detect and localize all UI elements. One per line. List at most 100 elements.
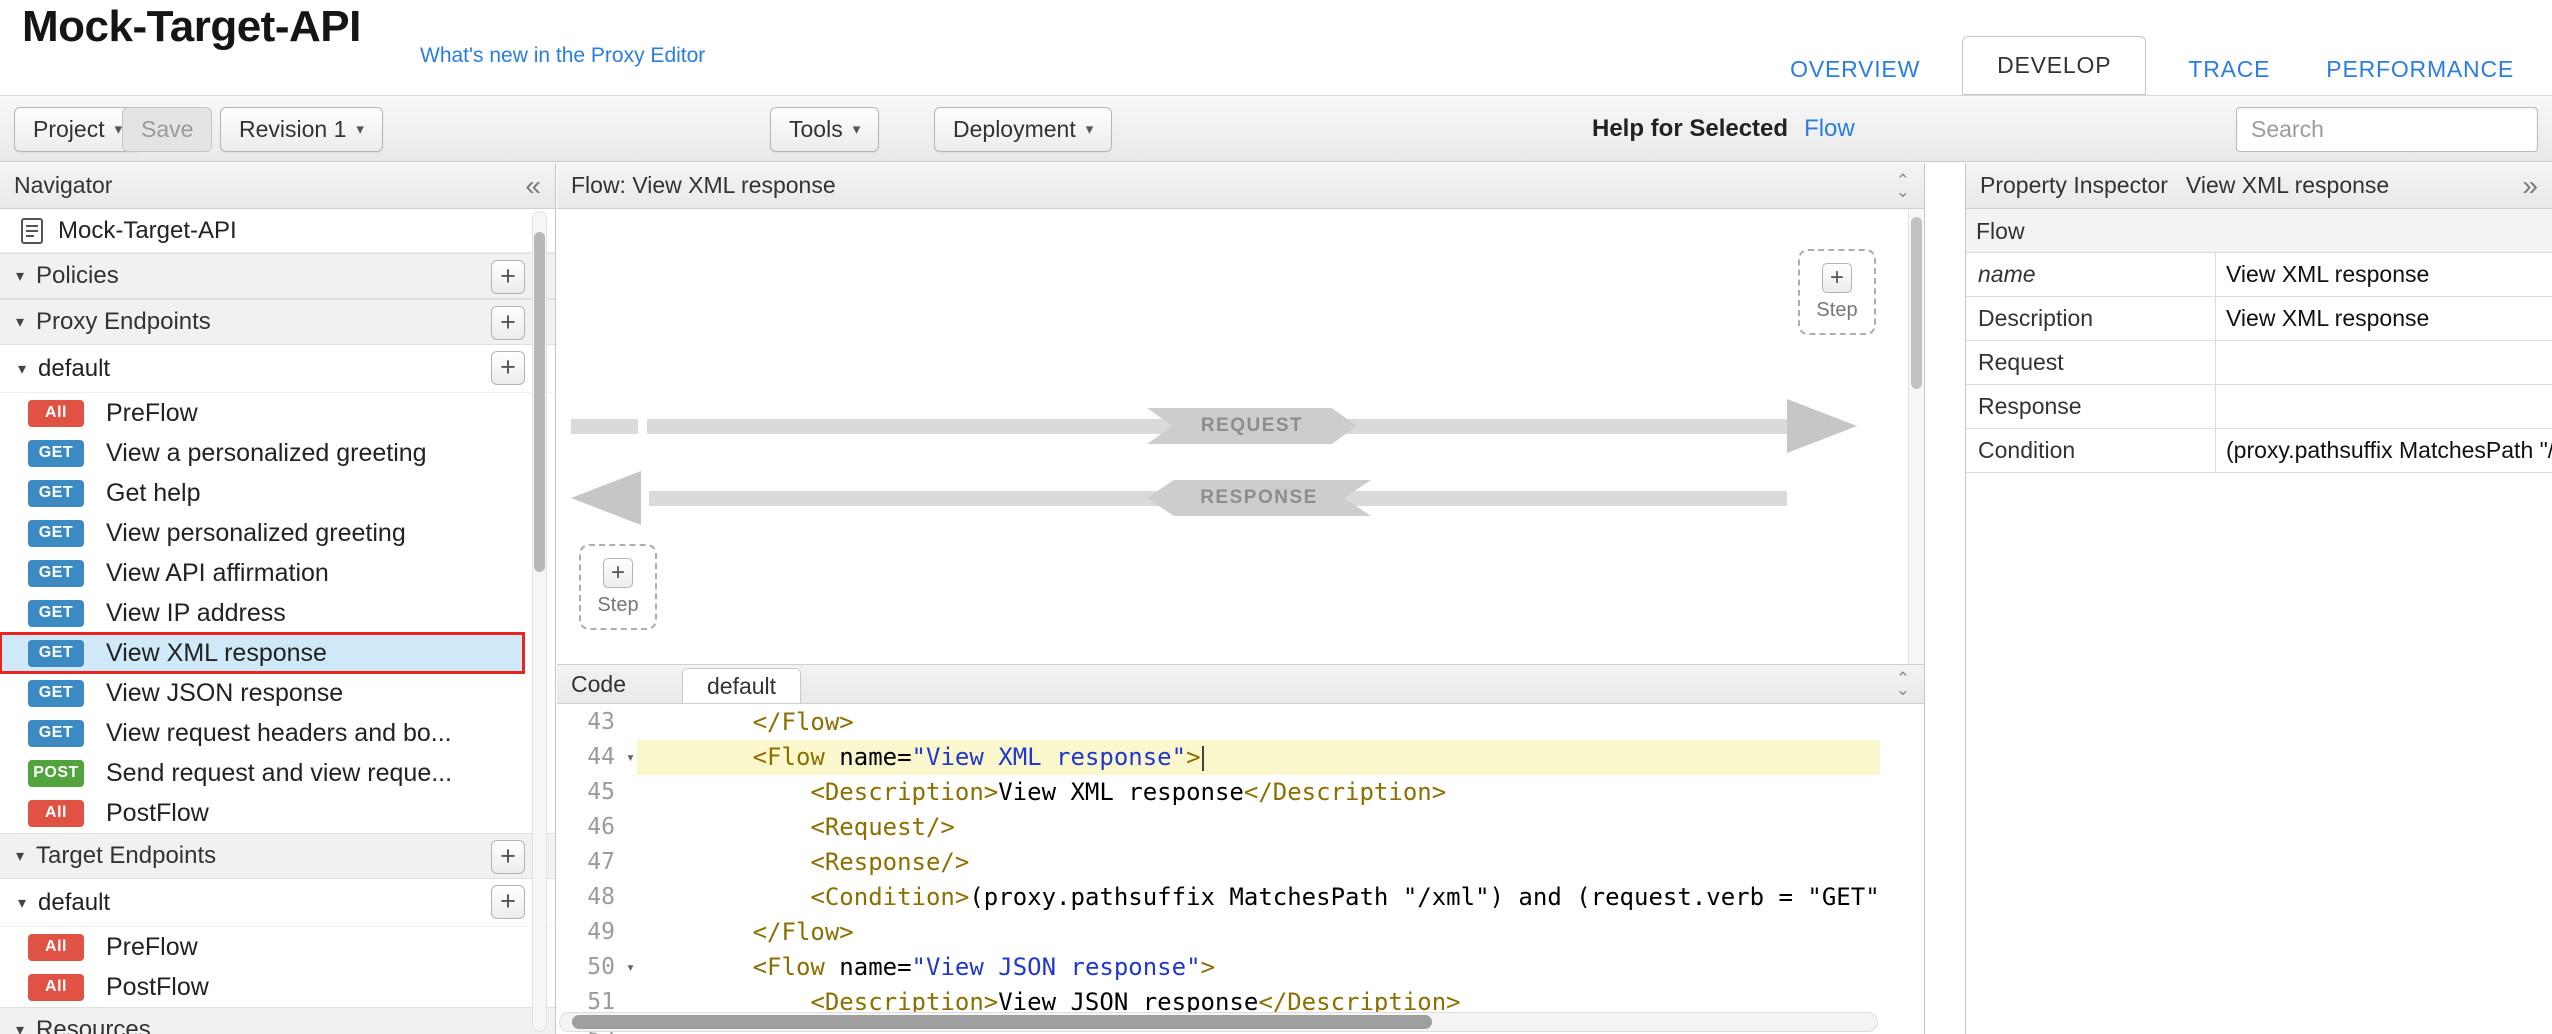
chevron-down-icon: ⌄ [1896, 684, 1910, 695]
target-endpoint-default-label: default [38, 889, 110, 917]
nav-flow-view-request-headers-and-bo[interactable]: GETView request headers and bo... [0, 713, 524, 753]
flow-label: View XML response [106, 639, 327, 668]
nav-flow-preflow[interactable]: AllPreFlow [0, 393, 524, 433]
code-line-50[interactable]: 50▾ <Flow name="View JSON response"> [557, 950, 1880, 985]
code-line-44[interactable]: 44▾ <Flow name="View XML response"> [557, 740, 1880, 775]
scrollbar-thumb[interactable] [534, 232, 545, 572]
fold-caret-icon[interactable]: ▾ [626, 950, 635, 985]
expand-inspector-button[interactable]: » [2522, 172, 2538, 200]
tab-performance[interactable]: PERFORMANCE [2298, 44, 2542, 95]
scrollbar-thumb[interactable] [1911, 217, 1922, 389]
code-horizontal-scrollbar[interactable] [559, 1012, 1878, 1032]
property-label: Response [1966, 385, 2216, 428]
code-line-48[interactable]: 48 <Condition>(proxy.pathsuffix MatchesP… [557, 880, 1880, 915]
proxy-root-item[interactable]: Mock-Target-API [0, 209, 555, 253]
nav-flow-get-help[interactable]: GETGet help [0, 473, 524, 513]
nav-flow-view-json-response[interactable]: GETView JSON response [0, 673, 524, 713]
whats-new-link[interactable]: What's new in the Proxy Editor [420, 44, 705, 68]
fold-caret-icon[interactable]: ▾ [626, 740, 635, 775]
property-value[interactable]: (proxy.pathsuffix MatchesPath "/x [2216, 429, 2552, 472]
proxy-endpoint-default[interactable]: ▾ default + [0, 345, 555, 393]
property-row-request[interactable]: Request [1966, 341, 2552, 385]
proxy-endpoint-default-label: default [38, 355, 110, 383]
code-line-47[interactable]: 47 <Response/> [557, 845, 1880, 880]
tools-menu-label: Tools [789, 116, 843, 143]
caret-down-icon: ▾ [1086, 122, 1094, 137]
add-step-button-response[interactable]: + Step [579, 544, 657, 630]
method-badge: GET [28, 600, 84, 627]
method-badge: GET [28, 640, 84, 667]
scrollbar-thumb[interactable] [572, 1015, 1432, 1029]
navigator-scrollbar[interactable] [532, 211, 547, 1032]
search-input[interactable] [2236, 107, 2538, 152]
nav-flow-postflow[interactable]: AllPostFlow [0, 793, 524, 833]
section-policies[interactable]: ▾ Policies + [0, 253, 555, 299]
top-header: Mock-Target-API What's new in the Proxy … [0, 0, 2552, 95]
flow-label: PostFlow [106, 973, 209, 1002]
page-title: Mock-Target-API [22, 2, 361, 52]
section-policies-label: Policies [36, 262, 119, 290]
code-line-45[interactable]: 45 <Description>View XML response</Descr… [557, 775, 1880, 810]
deployment-menu-button[interactable]: Deployment ▾ [934, 107, 1112, 152]
property-row-description[interactable]: DescriptionView XML response [1966, 297, 2552, 341]
caret-down-icon: ▾ [115, 122, 123, 137]
nav-flow-postflow[interactable]: AllPostFlow [0, 967, 524, 1007]
property-row-response[interactable]: Response [1966, 385, 2552, 429]
code-line-46[interactable]: 46 <Request/> [557, 810, 1880, 845]
help-for-selected: Help for Selected Flow [1592, 96, 1855, 161]
property-inspector-title: Property Inspector [1980, 172, 2168, 199]
main-content: Navigator « Mock-Target-API ▾ Policies [0, 163, 2552, 1034]
tab-trace[interactable]: TRACE [2160, 44, 2298, 95]
property-value[interactable] [2216, 385, 2552, 428]
help-flow-link[interactable]: Flow [1804, 115, 1855, 143]
property-value[interactable]: View XML response [2216, 253, 2552, 296]
method-badge: POST [28, 760, 84, 787]
property-inspector-subtitle: View XML response [2186, 172, 2389, 199]
flow-canvas-scrollbar[interactable] [1908, 209, 1924, 664]
step-button-label: Step [597, 594, 638, 617]
save-button[interactable]: Save [122, 107, 212, 152]
add-target-endpoint-button[interactable]: + [491, 840, 525, 874]
section-resources[interactable]: ▾ Resources [0, 1007, 555, 1034]
tools-menu-button[interactable]: Tools ▾ [770, 107, 879, 152]
revision-menu-button[interactable]: Revision 1 ▾ [220, 107, 383, 152]
tab-overview[interactable]: OVERVIEW [1762, 44, 1948, 95]
add-proxy-flow-button[interactable]: + [491, 351, 525, 385]
revision-menu-label: Revision 1 [239, 116, 346, 143]
nav-flow-view-api-affirmation[interactable]: GETView API affirmation [0, 553, 524, 593]
section-proxy-endpoints[interactable]: ▾ Proxy Endpoints + [0, 299, 555, 345]
property-row-name[interactable]: nameView XML response [1966, 253, 2552, 297]
code-tab-default[interactable]: default [682, 668, 801, 703]
line-number: 49 [557, 915, 637, 950]
code-line-content: <Flow name="View JSON response"> [637, 950, 1880, 985]
add-target-flow-button[interactable]: + [491, 885, 525, 919]
collapse-navigator-button[interactable]: « [525, 172, 541, 200]
nav-flow-send-request-and-view-reque[interactable]: POSTSend request and view reque... [0, 753, 524, 793]
collapse-flow-panel-button[interactable]: ⌃ ⌄ [1896, 175, 1910, 197]
collapse-code-panel-button[interactable]: ⌃ ⌄ [1896, 673, 1910, 695]
property-value[interactable] [2216, 341, 2552, 384]
nav-flow-preflow[interactable]: AllPreFlow [0, 927, 524, 967]
section-target-endpoints[interactable]: ▾ Target Endpoints + [0, 833, 555, 879]
code-editor[interactable]: 43 </Flow>44▾ <Flow name="View XML respo… [557, 705, 1880, 1034]
code-lines: 43 </Flow>44▾ <Flow name="View XML respo… [557, 705, 1880, 1034]
code-line-49[interactable]: 49 </Flow> [557, 915, 1880, 950]
nav-flow-view-a-personalized-greeting[interactable]: GETView a personalized greeting [0, 433, 524, 473]
nav-flow-view-ip-address[interactable]: GETView IP address [0, 593, 524, 633]
document-icon [20, 217, 44, 245]
help-for-selected-label: Help for Selected [1592, 115, 1788, 143]
nav-flow-view-personalized-greeting[interactable]: GET View personalized greeting [0, 513, 524, 553]
flow-label: View personalized greeting [106, 519, 406, 548]
plus-icon: + [603, 558, 633, 588]
disclosure-triangle-icon: ▾ [16, 1020, 24, 1034]
tab-develop[interactable]: DEVELOP [1962, 36, 2146, 95]
nav-flow-view-xml-response[interactable]: GET View XML response [0, 633, 524, 673]
add-policy-button[interactable]: + [491, 260, 525, 294]
add-step-button-request[interactable]: + Step [1798, 249, 1876, 335]
property-row-condition[interactable]: Condition(proxy.pathsuffix MatchesPath "… [1966, 429, 2552, 473]
add-proxy-endpoint-button[interactable]: + [491, 306, 525, 340]
property-value[interactable]: View XML response [2216, 297, 2552, 340]
target-endpoint-default[interactable]: ▾ default + [0, 879, 555, 927]
method-badge: GET [28, 520, 84, 547]
code-line-43[interactable]: 43 </Flow> [557, 705, 1880, 740]
